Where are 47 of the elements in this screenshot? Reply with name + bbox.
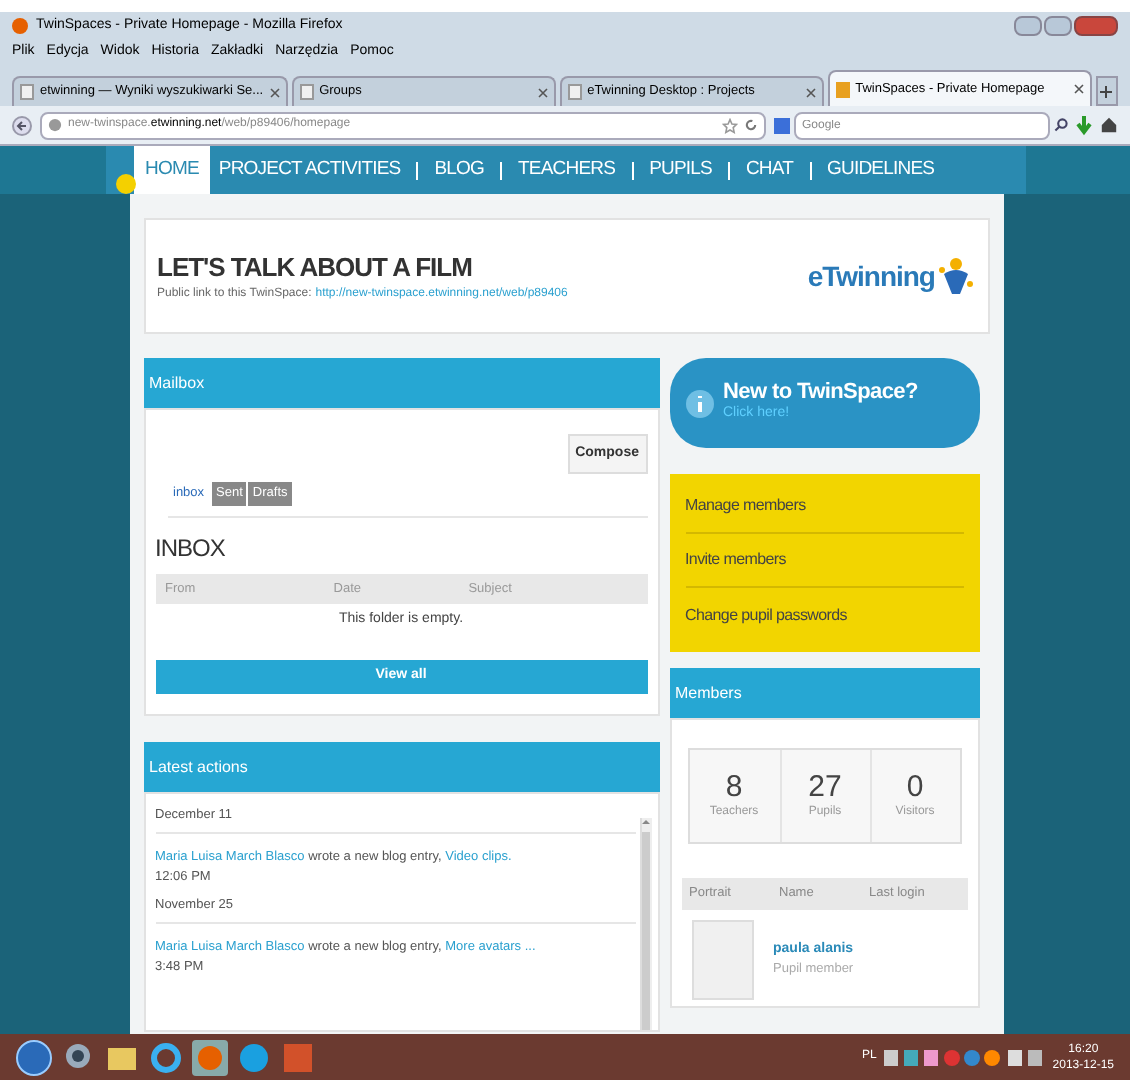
globe-icon	[48, 118, 62, 132]
nav-tab[interactable]: TEACHERS	[510, 155, 624, 185]
info-icon	[685, 389, 713, 417]
home-icon[interactable]	[1100, 116, 1118, 134]
nav-tab[interactable]: CHAT	[737, 155, 802, 185]
page-icon	[567, 84, 582, 100]
google-icon[interactable]	[774, 117, 790, 133]
close-tab-icon[interactable]	[805, 87, 816, 97]
page-icon	[299, 84, 314, 100]
portrait-placeholder	[691, 920, 753, 1000]
tray-icons[interactable]	[884, 1047, 1045, 1067]
etwinning-figure-icon	[935, 254, 975, 298]
close-tab-icon[interactable]	[269, 87, 280, 97]
page-icon	[20, 84, 34, 100]
plus-icon	[1100, 85, 1113, 97]
close-tab-icon[interactable]	[1073, 84, 1084, 94]
nav-tab[interactable]: BLOG	[426, 155, 493, 185]
close-button[interactable]	[1074, 16, 1118, 36]
nav-tab[interactable]: HOME	[133, 146, 211, 194]
start-button[interactable]	[16, 1039, 52, 1075]
member-count: 0	[906, 771, 924, 803]
panel-title: Latest actions	[149, 755, 248, 779]
nav-tab[interactable]: GUIDELINES	[819, 155, 943, 185]
panel-title: Members	[675, 681, 742, 705]
panel-title: Mailbox	[149, 371, 205, 395]
nav-tab[interactable]: PROJECT ACTIVITIES	[210, 155, 409, 185]
scroll-up-arrow-icon[interactable]	[642, 818, 650, 826]
nav-tab[interactable]: PUPILS	[641, 155, 720, 185]
star-icon[interactable]	[722, 117, 738, 133]
new-tab-button[interactable]	[1095, 76, 1118, 106]
close-tab-icon[interactable]	[537, 87, 548, 97]
space-title: LET'S TALK ABOUT A FILM	[157, 249, 474, 286]
admin-link[interactable]: Change pupil passwords	[685, 588, 963, 642]
search-icon[interactable]	[1054, 118, 1068, 132]
etwinning-logo: eTwinning	[807, 257, 935, 296]
member-count: 27	[808, 771, 842, 803]
admin-link[interactable]: Manage members	[685, 480, 963, 534]
inbox-heading: INBOX	[155, 532, 227, 566]
admin-link[interactable]: Invite members	[685, 534, 963, 588]
page-icon	[835, 81, 850, 97]
member-count: 8	[725, 771, 743, 803]
maximize-button[interactable]	[1044, 16, 1072, 36]
minimize-button[interactable]	[1014, 16, 1042, 36]
sun-logo	[115, 174, 135, 194]
scrollbar[interactable]	[639, 818, 651, 1030]
back-arrow-icon[interactable]	[12, 115, 32, 135]
reload-icon[interactable]	[744, 118, 758, 132]
